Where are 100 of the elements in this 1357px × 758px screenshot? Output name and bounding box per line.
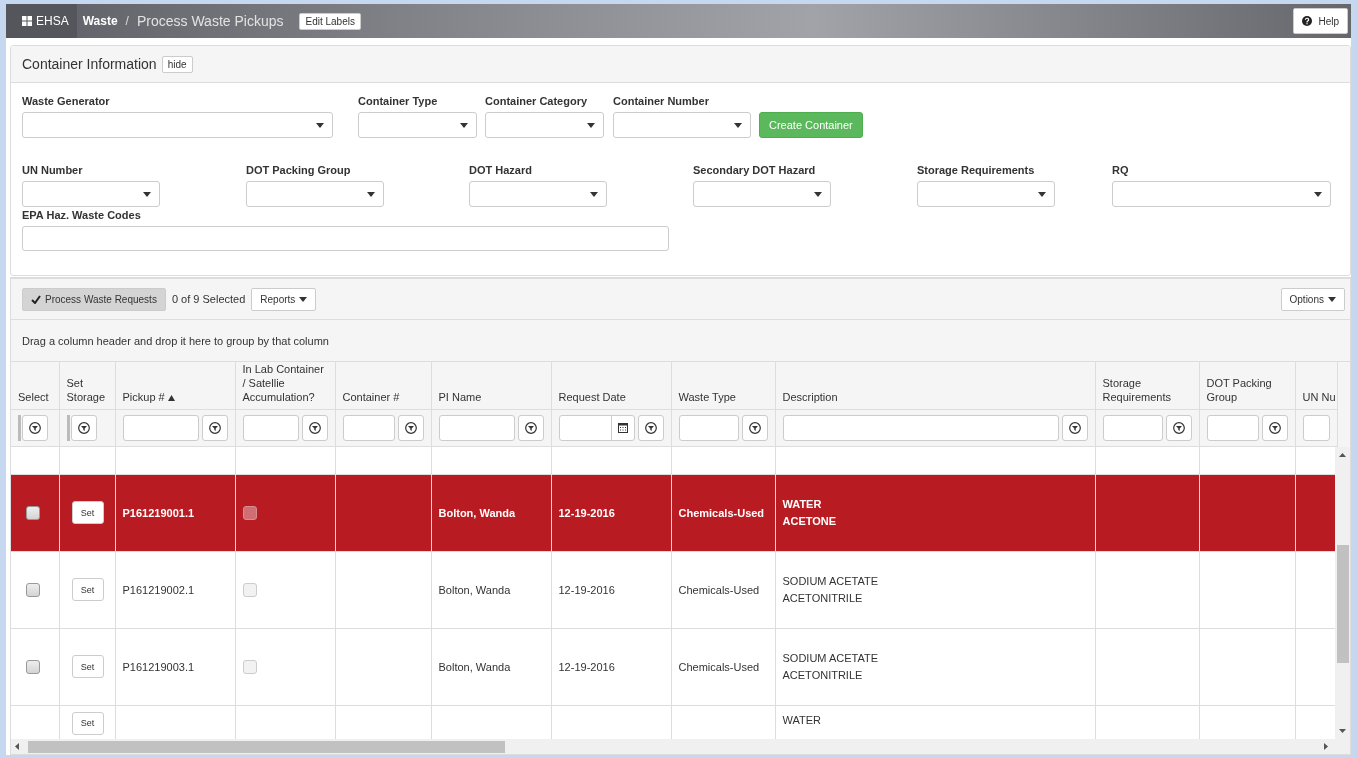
filter-icon — [308, 422, 321, 434]
vertical-scrollbar[interactable] — [1335, 447, 1350, 739]
dropdown-field[interactable] — [22, 181, 160, 207]
filter-field[interactable] — [1102, 415, 1163, 441]
scrollbar-thumb[interactable] — [28, 741, 505, 753]
column-header[interactable]: Pickup # — [115, 362, 235, 410]
filter-field[interactable] — [438, 415, 515, 441]
breadcrumb-link[interactable]: Waste — [82, 14, 118, 28]
process-waste-requests-button[interactable]: Process Waste Requests — [22, 287, 166, 311]
table-cell: 12-19-2016 — [558, 660, 615, 673]
table-row[interactable]: Set WATER — [11, 705, 1335, 739]
table-row[interactable]: Set P161219001.1 Bolton, Wanda 12-19-2016 Chemicals-Used WATER ACETONE — [11, 474, 1335, 551]
group-drop-area[interactable]: Drag a column header and drop it here to group by that column — [11, 320, 1350, 362]
column-header[interactable]: Request Date — [551, 362, 671, 410]
field-label: DOT Hazard — [469, 164, 533, 176]
column-header[interactable]: Container # — [335, 362, 431, 410]
dropdown-field[interactable] — [1112, 181, 1331, 207]
filter-field[interactable] — [1302, 415, 1330, 441]
column-header[interactable]: Storage Requirements — [1095, 362, 1199, 410]
filter-button[interactable] — [1261, 415, 1288, 441]
filter-field[interactable] — [678, 415, 739, 441]
selected-count: 0 of 9 Selected — [171, 293, 246, 305]
filter-button[interactable] — [1061, 415, 1088, 441]
page-title: Process Waste Pickups — [136, 13, 284, 29]
column-header[interactable]: DOT Packing Group — [1199, 362, 1295, 410]
filter-icon — [29, 422, 41, 434]
filter-button[interactable] — [637, 415, 664, 441]
dropdown-field[interactable] — [613, 112, 751, 138]
app-brand[interactable]: EHSA — [6, 4, 77, 38]
filter-field[interactable] — [1206, 415, 1259, 441]
table-cell-text: ACETONE — [782, 513, 838, 529]
caret-icon — [367, 191, 375, 197]
field-label: Container Number — [613, 95, 710, 107]
column-header[interactable]: PI Name — [431, 362, 551, 410]
set-button[interactable]: Set — [71, 501, 104, 524]
dropdown-field[interactable] — [693, 181, 831, 207]
options-button[interactable]: Options — [1280, 287, 1345, 311]
scrollbar-thumb[interactable] — [1337, 545, 1349, 663]
column-header[interactable]: Set Storage — [59, 362, 115, 410]
dropdown-field[interactable] — [469, 181, 607, 207]
column-header[interactable]: UN Nu — [1295, 362, 1337, 410]
scroll-right-icon — [1324, 743, 1328, 750]
set-button[interactable]: Set — [71, 711, 104, 735]
dropdown-field[interactable] — [358, 112, 477, 138]
filter-button[interactable] — [201, 415, 228, 441]
dropdown-field[interactable] — [246, 181, 384, 207]
filter-field[interactable] — [122, 415, 199, 441]
calendar-icon — [617, 423, 628, 433]
table-row[interactable]: Set P161219003.1 Bolton, Wanda 12-19-2016 Chemicals-Used SODIUM ACETATE ACETONITRILE — [11, 628, 1335, 705]
filter-icon — [524, 422, 537, 434]
date-filter-field[interactable] — [558, 415, 635, 441]
column-header[interactable]: In Lab Container / Satellie Accumulation? — [235, 362, 335, 410]
table-cell-text: ACETONITRILE — [782, 667, 864, 683]
caret-icon — [814, 191, 822, 197]
filter-icon — [1172, 422, 1185, 434]
filter-button[interactable] — [397, 415, 424, 441]
filter-field[interactable] — [342, 415, 395, 441]
filter-button[interactable] — [70, 415, 97, 441]
edit-labels-button[interactable]: Edit Labels — [299, 12, 361, 30]
row-checkbox[interactable] — [26, 659, 40, 674]
filter-field[interactable] — [242, 415, 299, 441]
field-label: RQ — [1112, 164, 1130, 176]
scroll-down-icon — [1339, 729, 1346, 733]
table-cell-text: WATER — [782, 496, 823, 512]
filter-button[interactable] — [1165, 415, 1192, 441]
caret-icon — [587, 122, 595, 128]
set-button[interactable]: Set — [71, 578, 104, 601]
filter-field[interactable] — [782, 415, 1059, 441]
set-button[interactable]: Set — [71, 655, 104, 678]
filter-button[interactable] — [301, 415, 328, 441]
field-label: Secondary DOT Hazard — [693, 164, 817, 176]
column-header[interactable]: Waste Type — [671, 362, 775, 410]
column-header[interactable]: Description — [775, 362, 1095, 410]
filter-button[interactable] — [22, 415, 48, 441]
field-label: EPA Haz. Waste Codes — [22, 209, 142, 221]
caret-icon — [1328, 296, 1336, 302]
filter-icon — [748, 422, 761, 434]
dropdown-field[interactable] — [22, 112, 333, 138]
caret-icon — [734, 122, 742, 128]
help-button[interactable]: Help — [1293, 8, 1348, 34]
table-cell: P161219002.1 — [122, 583, 195, 596]
dropdown-field[interactable] — [485, 112, 604, 138]
column-header[interactable]: Select — [11, 362, 59, 410]
table-cell: 12-19-2016 — [558, 583, 615, 596]
caret-icon — [590, 191, 598, 197]
caret-icon — [143, 191, 151, 197]
filter-button[interactable] — [517, 415, 544, 441]
table-cell-text: SODIUM ACETATE — [782, 650, 880, 666]
filter-icon — [1068, 422, 1081, 434]
dropdown-field[interactable] — [917, 181, 1055, 207]
table-row[interactable]: Set P161219002.1 Bolton, Wanda 12-19-2016 Chemicals-Used SODIUM ACETATE ACETONITRILE — [11, 551, 1335, 628]
filter-button[interactable] — [741, 415, 768, 441]
input-field[interactable] — [22, 226, 669, 251]
caret-icon — [299, 296, 308, 302]
horizontal-scrollbar[interactable] — [11, 739, 1350, 754]
row-checkbox[interactable] — [26, 582, 40, 597]
table-cell-text: WATER — [782, 712, 822, 728]
hide-button[interactable]: hide — [161, 55, 193, 73]
row-checkbox[interactable] — [26, 505, 40, 520]
reports-button[interactable]: Reports — [251, 287, 317, 311]
